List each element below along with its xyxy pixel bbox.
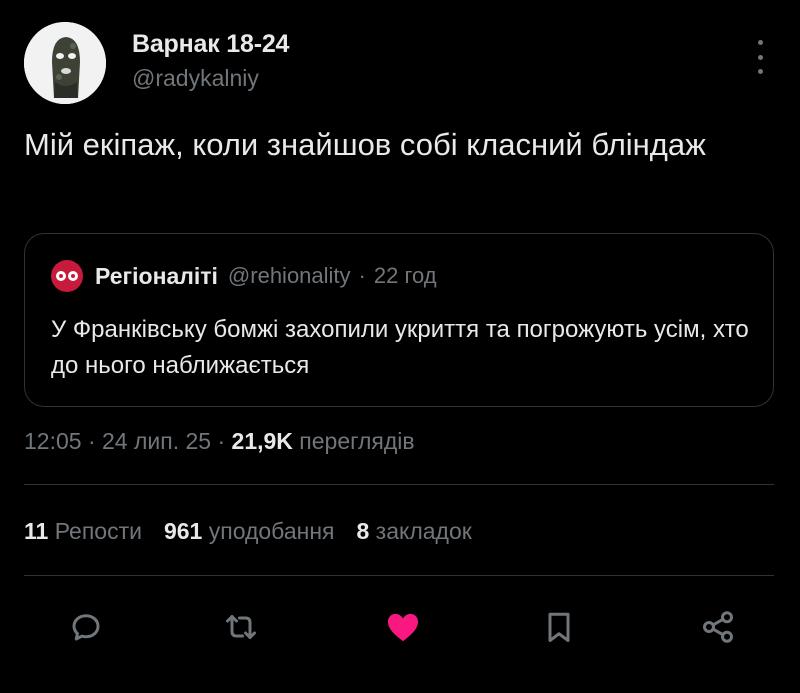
views-label: переглядів bbox=[299, 428, 415, 454]
tweet-stats: 11 Репости 961 уподобання 8 закладок bbox=[24, 518, 472, 545]
tweet-time[interactable]: 12:05 bbox=[24, 428, 82, 454]
more-icon[interactable] bbox=[752, 40, 768, 74]
quoted-tweet[interactable]: Регіоналіті @rehionality · 22 год У Фран… bbox=[24, 233, 774, 407]
balaclava-avatar-image bbox=[24, 22, 106, 104]
reply-button[interactable] bbox=[64, 605, 108, 649]
meta-separator: · bbox=[217, 428, 226, 454]
likes-label: уподобання bbox=[208, 518, 335, 544]
tweet-date[interactable]: 24 лип. 25 bbox=[102, 428, 211, 454]
bookmarks-label: закладок bbox=[375, 518, 472, 544]
quote-author-handle: @rehionality bbox=[227, 263, 351, 288]
tweet-meta: 12:05 · 24 лип. 25 · 21,9K переглядів bbox=[24, 428, 415, 455]
bookmark-button[interactable] bbox=[537, 605, 581, 649]
quote-separator: · bbox=[358, 263, 366, 288]
divider bbox=[24, 484, 774, 485]
quote-avatar-logo bbox=[56, 271, 78, 281]
quote-avatar[interactable] bbox=[51, 260, 83, 292]
likes-stat[interactable]: 961 уподобання bbox=[164, 518, 335, 544]
like-button[interactable] bbox=[381, 605, 425, 649]
divider bbox=[24, 575, 774, 576]
share-icon bbox=[703, 611, 733, 643]
bookmarks-stat[interactable]: 8 закладок bbox=[356, 518, 471, 544]
likes-count: 961 bbox=[163, 518, 203, 544]
reposts-label: Репости bbox=[54, 518, 142, 544]
repost-icon bbox=[226, 615, 256, 639]
like-icon bbox=[387, 613, 419, 642]
bookmarks-count: 8 bbox=[356, 518, 370, 544]
reposts-stat[interactable]: 11 Репости bbox=[24, 518, 142, 544]
share-button[interactable] bbox=[696, 605, 740, 649]
quote-time: 22 год bbox=[373, 263, 437, 288]
reposts-count: 11 bbox=[24, 518, 49, 544]
action-bar bbox=[0, 605, 800, 649]
tweet-text: Мій екіпаж, коли знайшов собі класний бл… bbox=[24, 127, 706, 162]
reply-icon bbox=[72, 614, 100, 641]
author-handle[interactable]: @radykalniy bbox=[132, 65, 289, 92]
quote-text: У Франківську бомжі захопили укриття та … bbox=[51, 316, 749, 379]
author-name[interactable]: Варнак 18-24 bbox=[132, 30, 289, 59]
views-count: 21,9K bbox=[231, 428, 293, 454]
author-avatar[interactable] bbox=[24, 22, 106, 104]
quote-author-name: Регіоналіті bbox=[95, 262, 218, 289]
bookmark-icon bbox=[548, 612, 570, 642]
repost-button[interactable] bbox=[219, 605, 263, 649]
meta-separator: · bbox=[87, 428, 96, 454]
